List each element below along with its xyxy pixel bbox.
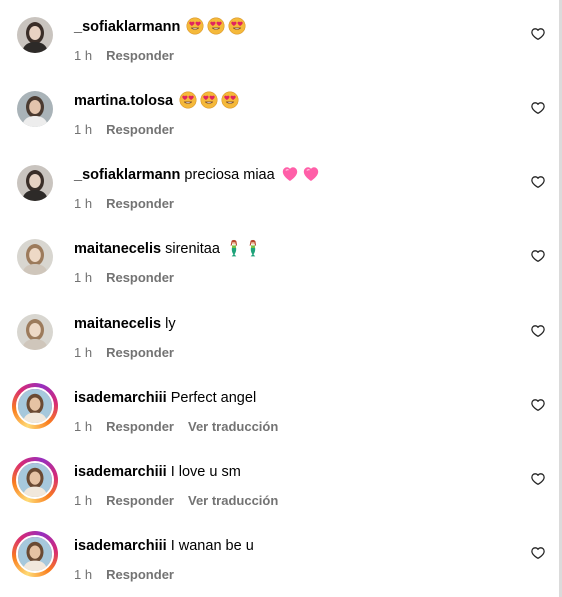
heart-outline-icon[interactable] bbox=[531, 249, 545, 263]
avatar-story-ring[interactable] bbox=[12, 383, 58, 429]
reply-button[interactable]: Responder bbox=[106, 493, 174, 509]
comment-timestamp: 1 h bbox=[74, 196, 93, 211]
comment-text: sirenitaa bbox=[165, 241, 220, 257]
heart-eyes-emoji-icon bbox=[228, 17, 246, 41]
avatar[interactable] bbox=[17, 314, 53, 350]
comment-row: _sofiaklarmann preciosa miaa 1 h Responder bbox=[0, 148, 559, 222]
pink-heart-emoji-icon bbox=[281, 165, 299, 189]
comment-meta: 1 h Responder bbox=[74, 345, 188, 361]
comment-body: _sofiaklarmann preciosa miaa bbox=[74, 165, 320, 189]
reply-button[interactable]: Responder bbox=[106, 270, 174, 286]
avatar-wrapper[interactable] bbox=[17, 314, 53, 350]
comment-username[interactable]: maitanecelis bbox=[74, 316, 161, 332]
comment-meta: 1 h Responder Ver traducción bbox=[74, 493, 278, 509]
comment-timestamp: 1 h bbox=[74, 345, 93, 360]
comment-meta: 1 h Responder bbox=[74, 270, 188, 286]
see-translation-button[interactable]: Ver traducción bbox=[188, 419, 278, 435]
comment-text: I wanan be u bbox=[170, 538, 254, 554]
comment-body: isademarchiii Perfect angel bbox=[74, 388, 256, 408]
heart-outline-icon[interactable] bbox=[531, 472, 545, 486]
comment-row: martina.tolosa 1 h Responder bbox=[0, 74, 559, 148]
avatar[interactable] bbox=[16, 461, 54, 499]
comment-body: isademarchiii I love u sm bbox=[74, 462, 241, 482]
heart-outline-icon[interactable] bbox=[531, 27, 545, 41]
comment-meta: 1 h Responder bbox=[74, 567, 188, 583]
avatar[interactable] bbox=[17, 91, 53, 127]
comment-username[interactable]: _sofiaklarmann bbox=[74, 167, 180, 183]
heart-outline-icon[interactable] bbox=[531, 398, 545, 412]
comment-text: I love u sm bbox=[170, 464, 241, 480]
comment-row: maitanecelis sirenitaa 1 h Responder bbox=[0, 222, 559, 296]
reply-button[interactable]: Responder bbox=[106, 122, 174, 138]
comment-timestamp: 1 h bbox=[74, 270, 93, 285]
reply-button[interactable]: Responder bbox=[106, 567, 174, 583]
comment-username[interactable]: isademarchiii bbox=[74, 538, 167, 554]
comment-username[interactable]: isademarchiii bbox=[74, 390, 167, 406]
mermaid-emoji-icon bbox=[226, 239, 242, 263]
comment-body: isademarchiii I wanan be u bbox=[74, 536, 254, 556]
heart-eyes-emoji-icon bbox=[179, 91, 197, 115]
reply-button[interactable]: Responder bbox=[106, 48, 174, 64]
avatar-story-ring[interactable] bbox=[12, 457, 58, 503]
comment-username[interactable]: martina.tolosa bbox=[74, 93, 173, 109]
comment-username[interactable]: maitanecelis bbox=[74, 241, 161, 257]
reply-button[interactable]: Responder bbox=[106, 196, 174, 212]
heart-outline-icon[interactable] bbox=[531, 101, 545, 115]
comment-row: isademarchiii I love u sm 1 h Responder Ver… bbox=[0, 445, 559, 519]
avatar-wrapper[interactable] bbox=[17, 91, 53, 127]
avatar[interactable] bbox=[17, 165, 53, 201]
comment-timestamp: 1 h bbox=[74, 493, 93, 508]
heart-eyes-emoji-icon bbox=[221, 91, 239, 115]
comment-row: isademarchiii Perfect angel 1 h Responder V… bbox=[0, 371, 559, 445]
comment-username[interactable]: isademarchiii bbox=[74, 464, 167, 480]
heart-outline-icon[interactable] bbox=[531, 175, 545, 189]
comment-row: _sofiaklarmann 1 h Responder bbox=[0, 0, 559, 74]
comment-text: Perfect angel bbox=[170, 390, 257, 406]
see-translation-button[interactable]: Ver traducción bbox=[188, 493, 278, 509]
comment-row: maitanecelis ly 1 h Responder bbox=[0, 297, 559, 371]
avatar[interactable] bbox=[16, 387, 54, 425]
mermaid-emoji-icon bbox=[245, 239, 261, 263]
avatar[interactable] bbox=[17, 239, 53, 275]
avatar-wrapper[interactable] bbox=[17, 17, 53, 53]
avatar-story-ring[interactable] bbox=[12, 531, 58, 577]
comment-body: maitanecelis sirenitaa bbox=[74, 239, 261, 263]
comment-timestamp: 1 h bbox=[74, 419, 93, 434]
avatar-wrapper[interactable] bbox=[17, 239, 53, 275]
reply-button[interactable]: Responder bbox=[106, 419, 174, 435]
comment-timestamp: 1 h bbox=[74, 48, 93, 63]
heart-outline-icon[interactable] bbox=[531, 324, 545, 338]
comment-body: maitanecelis ly bbox=[74, 314, 176, 334]
comment-row: isademarchiii I wanan be u 1 h Responder bbox=[0, 519, 559, 593]
comment-timestamp: 1 h bbox=[74, 122, 93, 137]
avatar[interactable] bbox=[16, 535, 54, 573]
avatar[interactable] bbox=[17, 17, 53, 53]
reply-button[interactable]: Responder bbox=[106, 345, 174, 361]
pink-heart-emoji-icon bbox=[302, 165, 320, 189]
comment-meta: 1 h Responder Ver traducción bbox=[74, 419, 278, 435]
comment-meta: 1 h Responder bbox=[74, 122, 188, 138]
avatar-wrapper[interactable] bbox=[17, 165, 53, 201]
heart-eyes-emoji-icon bbox=[207, 17, 225, 41]
comment-timestamp: 1 h bbox=[74, 567, 93, 582]
comment-text: preciosa miaa bbox=[184, 167, 275, 183]
heart-outline-icon[interactable] bbox=[531, 546, 545, 560]
comment-text: ly bbox=[165, 316, 176, 332]
comment-username[interactable]: _sofiaklarmann bbox=[74, 19, 180, 35]
comment-meta: 1 h Responder bbox=[74, 196, 188, 212]
heart-eyes-emoji-icon bbox=[186, 17, 204, 41]
comment-body: _sofiaklarmann bbox=[74, 17, 246, 41]
heart-eyes-emoji-icon bbox=[200, 91, 218, 115]
comment-body: martina.tolosa bbox=[74, 91, 239, 115]
comment-meta: 1 h Responder bbox=[74, 48, 188, 64]
